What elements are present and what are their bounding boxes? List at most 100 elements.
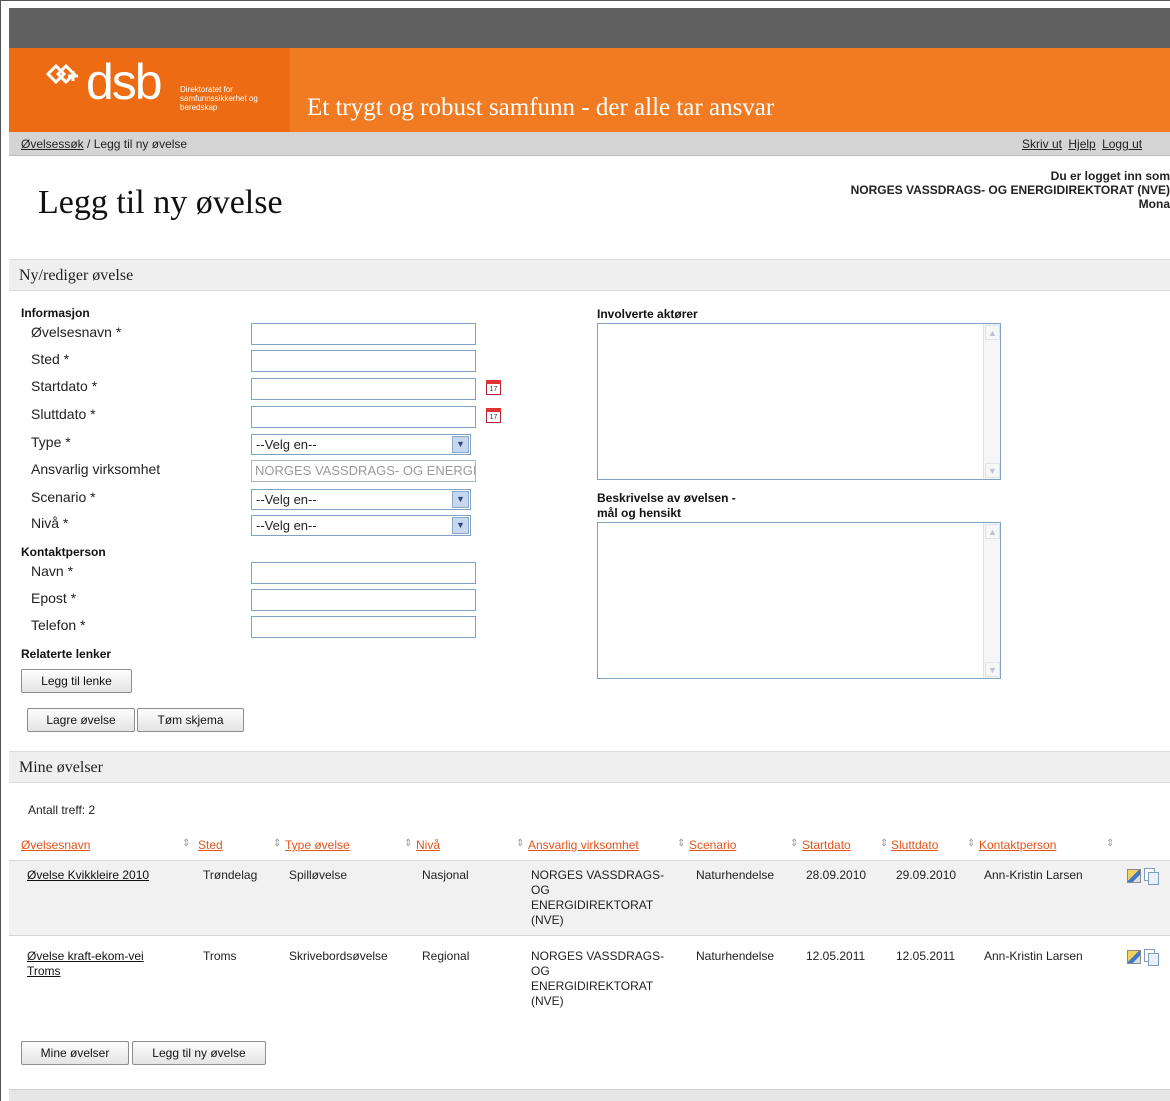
epost-label: Epost * <box>31 590 77 606</box>
ansvarlig-label: Ansvarlig virksomhet <box>31 461 161 477</box>
beskrivelse-label-line2: mål og hensikt <box>597 506 682 520</box>
sort-icon[interactable]: ⇕ <box>273 838 281 849</box>
row-type: Skrivebordsøvelse <box>289 949 388 963</box>
sort-icon[interactable]: ⇕ <box>790 838 798 849</box>
logo-subtitle: Direktoratet for samfunnssikkerhet og be… <box>180 85 258 112</box>
row-ansvarlig: NORGES VASSDRAGS- OG ENERGIDIREKTORAT (N… <box>531 868 664 928</box>
col-header-startdato[interactable]: Startdato <box>802 838 851 852</box>
ovelsesnavn-input[interactable] <box>251 323 476 345</box>
scenario-select[interactable]: --Velg en-- ▼ <box>251 489 471 510</box>
epost-input[interactable] <box>251 589 476 611</box>
row-name-link[interactable]: Øvelse kraft-ekom-vei Troms <box>27 949 144 978</box>
save-exercise-button[interactable]: Lagre øvelse <box>27 708 135 732</box>
help-link[interactable]: Hjelp <box>1068 137 1095 151</box>
involverte-textarea[interactable]: ▲ ▼ <box>597 323 1001 480</box>
row-sluttdato: 12.05.2011 <box>896 949 956 963</box>
scrollbar[interactable]: ▲ ▼ <box>983 523 1000 678</box>
navn-label: Navn * <box>31 563 74 579</box>
row-sluttdato: 29.09.2010 <box>896 868 957 882</box>
beskrivelse-textarea[interactable]: ▲ ▼ <box>597 522 1001 679</box>
breadcrumb-link-ovelsessok[interactable]: Øvelsessøk <box>21 137 84 151</box>
sted-input[interactable] <box>251 350 476 372</box>
my-exercises-button[interactable]: Mine øvelser <box>21 1041 129 1065</box>
top-links: Skriv ut Hjelp Logg ut <box>1022 137 1145 151</box>
login-user: Mona <box>1138 197 1170 211</box>
row-kontakt: Ann-Kristin Larsen <box>984 868 1083 882</box>
edit-icon[interactable] <box>1127 869 1141 883</box>
breadcrumb-separator: / <box>87 137 91 151</box>
type-select[interactable]: --Velg en-- ▼ <box>251 434 471 455</box>
niva-select[interactable]: --Velg en-- ▼ <box>251 515 471 536</box>
col-header-scenario[interactable]: Scenario <box>689 838 736 852</box>
startdato-input[interactable] <box>251 378 476 400</box>
niva-select-value: --Velg en-- <box>256 518 317 533</box>
row-kontakt: Ann-Kristin Larsen <box>984 949 1083 963</box>
copy-icon[interactable] <box>1144 868 1159 885</box>
col-header-niva[interactable]: Nivå <box>416 838 440 852</box>
sort-icon[interactable]: ⇕ <box>516 838 524 849</box>
logout-link[interactable]: Logg ut <box>1102 137 1142 151</box>
row-startdato: 28.09.2010 <box>806 868 867 882</box>
sort-icon[interactable]: ⇕ <box>404 838 412 849</box>
sted-label: Sted * <box>31 351 70 367</box>
clear-form-button[interactable]: Tøm skjema <box>137 708 244 732</box>
row-ansvarlig-line: (NVE) <box>531 994 564 1008</box>
scroll-up-icon[interactable]: ▲ <box>985 325 1000 340</box>
scroll-up-icon[interactable]: ▲ <box>985 524 1000 539</box>
row-startdato: 12.05.2011 <box>806 949 866 963</box>
breadcrumb-current: Legg til ny øvelse <box>93 137 188 151</box>
row-name-cell[interactable]: Øvelse Kvikkleire 2010 <box>27 868 149 883</box>
row-ansvarlig: NORGES VASSDRAGS- OG ENERGIDIREKTORAT (N… <box>531 949 664 1009</box>
sort-icon[interactable]: ⇕ <box>1106 838 1114 849</box>
row-name-cell[interactable]: Øvelse kraft-ekom-vei Troms <box>27 949 144 979</box>
col-header-sluttdato[interactable]: Sluttdato <box>891 838 938 852</box>
top-bar <box>9 8 1170 48</box>
sort-icon[interactable]: ⇕ <box>967 838 975 849</box>
calendar-icon[interactable]: 17 <box>486 380 501 395</box>
chevron-down-icon: ▼ <box>452 491 469 508</box>
scenario-label: Scenario * <box>31 489 96 505</box>
telefon-input[interactable] <box>251 616 476 638</box>
row-sted: Trøndelag <box>203 868 258 882</box>
scrollbar[interactable]: ▲ ▼ <box>983 324 1000 479</box>
row-scenario: Naturhendelse <box>696 868 775 882</box>
row-ansvarlig-line: OG <box>531 964 550 978</box>
col-header-sted[interactable]: Sted <box>198 838 223 852</box>
scroll-down-icon[interactable]: ▼ <box>985 463 1000 478</box>
col-header-ovelsesnavn[interactable]: Øvelsesnavn <box>21 838 90 852</box>
print-link[interactable]: Skriv ut <box>1022 137 1062 151</box>
slogan: Et trygt og robust samfunn - der alle ta… <box>307 94 775 121</box>
copy-icon[interactable] <box>1144 949 1159 966</box>
dsb-logo-icon <box>45 63 78 85</box>
row-niva: Regional <box>422 949 470 963</box>
row-ansvarlig-line: NORGES VASSDRAGS- <box>531 949 665 963</box>
row-niva: Nasjonal <box>422 868 469 882</box>
row-ansvarlig-line: ENERGIDIREKTORAT <box>531 898 654 912</box>
calendar-icon[interactable]: 17 <box>486 408 501 423</box>
row-name-line: Øvelse kraft-ekom-vei <box>27 949 144 963</box>
informasjon-heading: Informasjon <box>21 306 90 320</box>
navn-input[interactable] <box>251 562 476 584</box>
row-type: Spilløvelse <box>289 868 348 882</box>
add-link-button[interactable]: Legg til lenke <box>21 669 132 693</box>
sort-icon[interactable]: ⇕ <box>677 838 685 849</box>
ovelsesnavn-label: Øvelsesnavn * <box>31 324 122 340</box>
col-header-kontaktperson[interactable]: Kontaktperson <box>979 838 1056 852</box>
chevron-down-icon: ▼ <box>452 436 469 453</box>
sluttdato-input[interactable] <box>251 406 476 428</box>
row-ansvarlig-line: ENERGIDIREKTORAT <box>531 979 654 993</box>
sort-icon[interactable]: ⇕ <box>880 838 888 849</box>
scroll-down-icon[interactable]: ▼ <box>985 662 1000 677</box>
sort-icon[interactable]: ⇕ <box>182 838 190 849</box>
login-org: NORGES VASSDRAGS- OG ENERGIDIREKTORAT (N… <box>850 183 1170 197</box>
col-header-type[interactable]: Type øvelse <box>285 838 350 852</box>
new-exercise-button[interactable]: Legg til ny øvelse <box>132 1041 266 1065</box>
type-label: Type * <box>31 434 71 450</box>
col-header-ansvarlig[interactable]: Ansvarlig virksomhet <box>528 838 639 852</box>
kontaktperson-heading: Kontaktperson <box>21 545 106 559</box>
login-label: Du er logget inn som <box>1050 169 1170 183</box>
involverte-label: Involverte aktører <box>597 307 698 321</box>
breadcrumb: Øvelsessøk / Legg til ny øvelse <box>21 137 187 151</box>
row-name-link[interactable]: Øvelse Kvikkleire 2010 <box>27 868 149 882</box>
edit-icon[interactable] <box>1127 950 1141 964</box>
